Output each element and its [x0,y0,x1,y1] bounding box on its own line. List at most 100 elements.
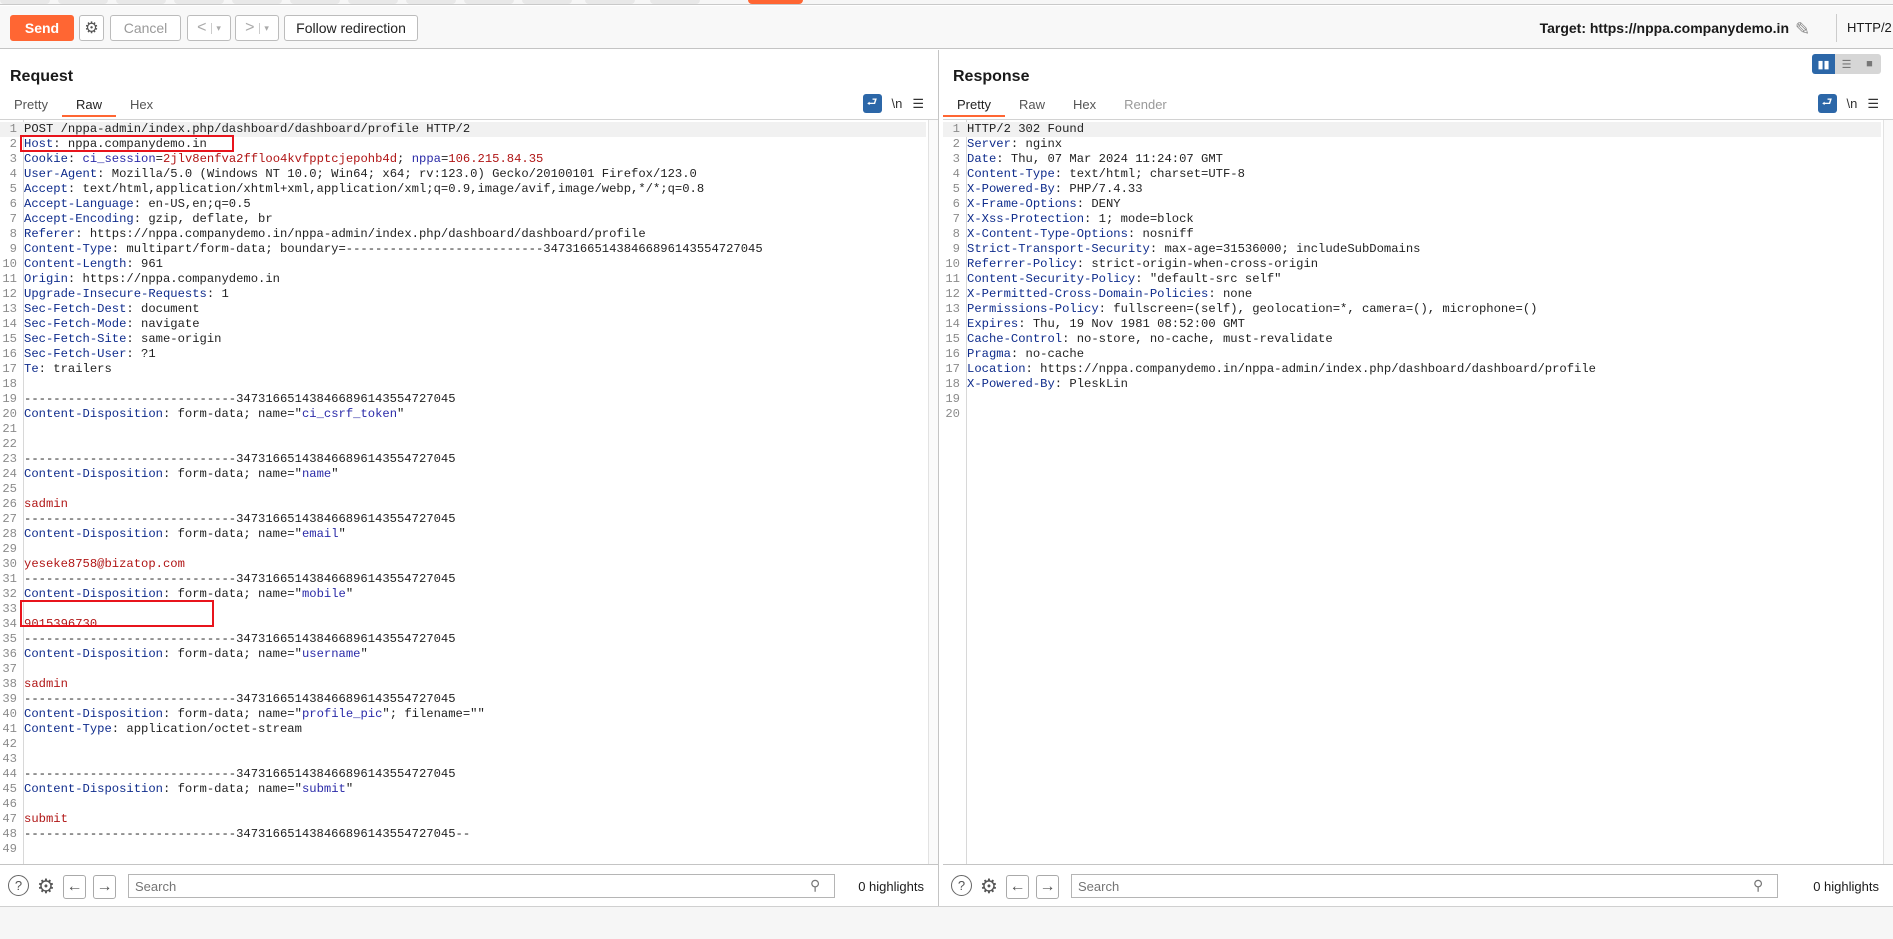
vertical-scrollbar[interactable] [928,120,938,864]
repeater-tab[interactable] [174,0,224,4]
code-line[interactable]: 25 [0,482,926,497]
code-line[interactable]: 32 Content-Disposition: form-data; name="… [0,587,926,602]
code-line[interactable]: 36 Content-Disposition: form-data; name="… [0,647,926,662]
http-version[interactable]: HTTP/2 [1836,14,1893,42]
repeater-tab[interactable] [464,0,514,4]
stacked-layout-icon[interactable]: ☰ [1835,54,1858,74]
code-line[interactable]: 6 Accept-Language: en-US,en;q=0.5 [0,197,926,212]
tab-render[interactable]: Render [1110,93,1181,117]
search-input[interactable] [1071,874,1778,898]
code-line[interactable]: 5 X-Powered-By: PHP/7.4.33 [943,182,1881,197]
code-line[interactable]: 16 Pragma: no-cache [943,347,1881,362]
code-line[interactable]: 37 [0,662,926,677]
code-line[interactable]: 19 [943,392,1881,407]
code-line[interactable]: 33 [0,602,926,617]
code-line[interactable]: 28 Content-Disposition: form-data; name="… [0,527,926,542]
code-line[interactable]: 26 sadmin [0,497,926,512]
code-line[interactable]: 4 User-Agent: Mozilla/5.0 (Windows NT 10.… [0,167,926,182]
code-line[interactable]: 18 [0,377,926,392]
repeater-tab[interactable] [58,0,108,4]
code-line[interactable]: 8 X-Content-Type-Options: nosniff [943,227,1881,242]
forward-button[interactable]: > ▾ [235,15,279,41]
code-line[interactable]: 38 sadmin [0,677,926,692]
code-line[interactable]: 11 Content-Security-Policy: "default-src … [943,272,1881,287]
code-line[interactable]: 8 Referer: https://nppa.companydemo.in/np… [0,227,926,242]
edit-target-icon[interactable]: ✎ [1795,19,1817,39]
code-line[interactable]: 3 Date: Thu, 07 Mar 2024 11:24:07 GMT [943,152,1881,167]
code-line[interactable]: 44 -----------------------------347316651… [0,767,926,782]
repeater-tab[interactable] [232,0,282,4]
code-line[interactable]: 13 Permissions-Policy: fullscreen=(self),… [943,302,1881,317]
code-line[interactable]: 48 -----------------------------347316651… [0,827,926,842]
code-line[interactable]: 49 [0,842,926,857]
code-line[interactable]: 20 [943,407,1881,422]
word-wrap-icon[interactable]: ⮐ [1817,94,1837,113]
code-line[interactable]: 19 -----------------------------347316651… [0,392,926,407]
code-line[interactable]: 1 POST /nppa-admin/index.php/dashboard/da… [0,122,926,137]
code-line[interactable]: 12 X-Permitted-Cross-Domain-Policies: non… [943,287,1881,302]
code-line[interactable]: 9 Strict-Transport-Security: max-age=3153… [943,242,1881,257]
search-input[interactable] [128,874,835,898]
response-editor[interactable]: 1 HTTP/2 302 Found 2 Server: nginx 3 Date: Th… [943,119,1893,864]
word-wrap-icon[interactable]: ⮐ [862,94,882,113]
code-line[interactable]: 3 Cookie: ci_session=2jlv8enfva2ffloo4kvf… [0,152,926,167]
code-line[interactable]: 35 -----------------------------347316651… [0,632,926,647]
request-editor[interactable]: 1 POST /nppa-admin/index.php/dashboard/da… [0,119,938,864]
code-line[interactable]: 43 [0,752,926,767]
code-line[interactable]: 20 Content-Disposition: form-data; name="… [0,407,926,422]
settings-button[interactable]: ⚙ [79,15,104,41]
code-line[interactable]: 16 Sec-Fetch-User: ?1 [0,347,926,362]
dropdown-icon[interactable]: ▾ [259,22,269,34]
code-line[interactable]: 17 Location: https://nppa.companydemo.in/… [943,362,1881,377]
gear-icon[interactable]: ⚙ [978,875,1000,898]
code-line[interactable]: 24 Content-Disposition: form-data; name="… [0,467,926,482]
code-line[interactable]: 2 Server: nginx [943,137,1881,152]
code-line[interactable]: 13 Sec-Fetch-Dest: document [0,302,926,317]
code-line[interactable]: 41 Content-Type: application/octet-stream [0,722,926,737]
code-line[interactable]: 4 Content-Type: text/html; charset=UTF-8 [943,167,1881,182]
code-line[interactable]: 18 X-Powered-By: PleskLin [943,377,1881,392]
code-line[interactable]: 29 [0,542,926,557]
code-line[interactable]: 42 [0,737,926,752]
previous-match-button[interactable]: ← [63,875,86,899]
vertical-scrollbar[interactable] [1883,120,1893,864]
repeater-tab[interactable] [0,0,50,4]
code-line[interactable]: 12 Upgrade-Insecure-Requests: 1 [0,287,926,302]
repeater-tab[interactable] [290,0,340,4]
tab-pretty[interactable]: Pretty [943,93,1005,117]
code-line[interactable]: 39 -----------------------------347316651… [0,692,926,707]
single-pane-layout-icon[interactable]: ■ [1858,54,1881,74]
code-line[interactable]: 5 Accept: text/html,application/xhtml+xml… [0,182,926,197]
show-newlines-icon[interactable]: \n [1847,96,1858,111]
code-line[interactable]: 21 [0,422,926,437]
dropdown-icon[interactable]: ▾ [211,22,221,34]
tab-raw[interactable]: Raw [1005,93,1059,117]
code-line[interactable]: 9 Content-Type: multipart/form-data; boun… [0,242,926,257]
code-line[interactable]: 10 Content-Length: 961 [0,257,926,272]
help-icon[interactable]: ? [951,875,972,896]
code-line[interactable]: 10 Referrer-Policy: strict-origin-when-cr… [943,257,1881,272]
code-line[interactable]: 6 X-Frame-Options: DENY [943,197,1881,212]
code-line[interactable]: 31 -----------------------------347316651… [0,572,926,587]
previous-match-button[interactable]: ← [1006,875,1029,899]
code-line[interactable]: 46 [0,797,926,812]
repeater-tab-active[interactable] [748,0,803,4]
next-match-button[interactable]: → [1036,875,1059,899]
code-line[interactable]: 27 -----------------------------347316651… [0,512,926,527]
code-line[interactable]: 17 Te: trailers [0,362,926,377]
code-line[interactable]: 14 Expires: Thu, 19 Nov 1981 08:52:00 GMT [943,317,1881,332]
send-button[interactable]: Send [10,15,74,41]
repeater-tab[interactable] [406,0,456,4]
code-line[interactable]: 7 Accept-Encoding: gzip, deflate, br [0,212,926,227]
gear-icon[interactable]: ⚙ [35,875,57,898]
tab-hex[interactable]: Hex [1059,93,1110,117]
code-line[interactable]: 45 Content-Disposition: form-data; name="… [0,782,926,797]
code-line[interactable]: 22 [0,437,926,452]
back-button[interactable]: < ▾ [187,15,231,41]
repeater-tab[interactable] [585,0,635,4]
follow-redirection-button[interactable]: Follow redirection [284,15,418,41]
code-line[interactable]: 2 Host: nppa.companydemo.in [0,137,926,152]
tab-pretty[interactable]: Pretty [0,93,62,117]
code-line[interactable]: 47 submit [0,812,926,827]
next-match-button[interactable]: → [93,875,116,899]
